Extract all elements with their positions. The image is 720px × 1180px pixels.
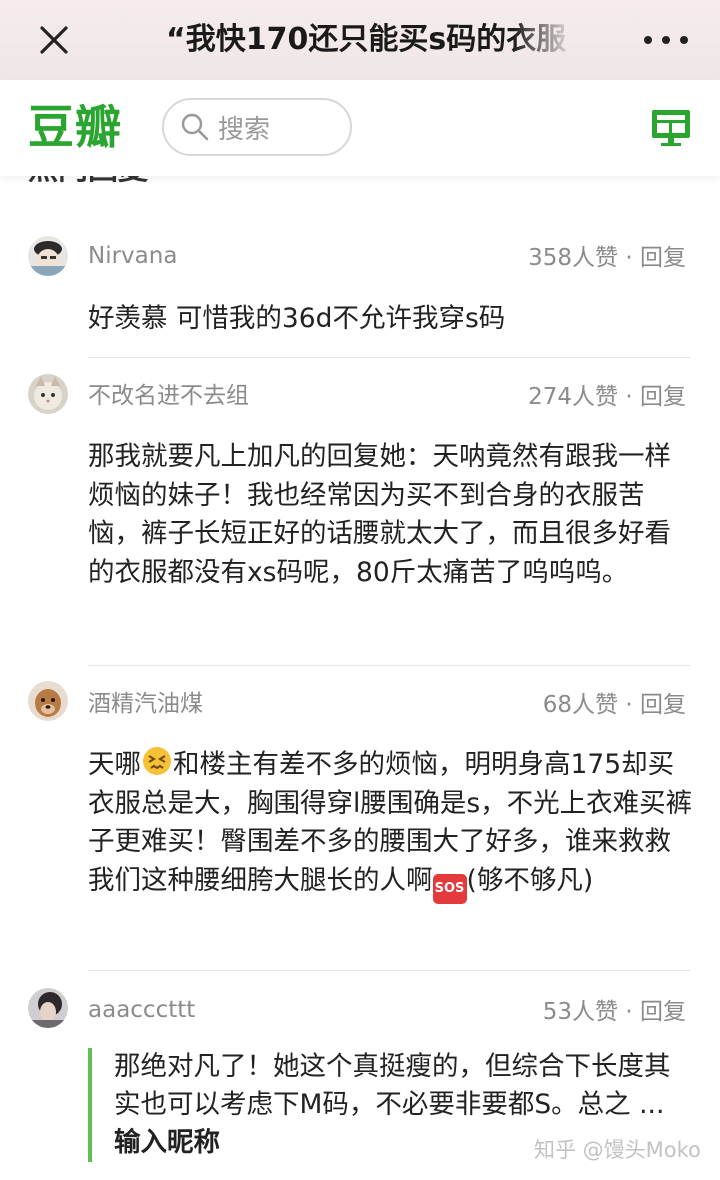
comment-text: 天哪 和楼主有差不多的烦恼，明明身高175却买衣服总是大，胸围得穿l腰围确是s，不…: [88, 745, 694, 904]
comment-username[interactable]: Nirvana: [88, 240, 177, 272]
search-icon: [181, 113, 209, 141]
comment-meta: 68人赞 · 回复: [542, 692, 686, 718]
like-count[interactable]: 53人赞: [543, 999, 618, 1025]
comment-username[interactable]: aaacccttt: [88, 994, 195, 1026]
quote-more-link[interactable]: 输入昵称: [114, 1127, 220, 1158]
comment-text: 好羡慕 可惜我的36d不允许我穿s码: [88, 303, 506, 334]
persevering-face-emoji-icon: [143, 747, 171, 775]
divider: [88, 357, 690, 358]
avatar-nirvana[interactable]: [28, 236, 68, 276]
sos-emoji-icon: SOS: [432, 873, 467, 904]
search-placeholder: 搜索: [218, 114, 271, 145]
search-input[interactable]: 搜索: [162, 98, 352, 156]
douban-logo[interactable]: 豆瓣: [28, 98, 122, 156]
like-count[interactable]: 274人赞: [528, 384, 618, 410]
avatar-cat[interactable]: [28, 374, 68, 414]
watermark: 知乎 @馒头Moko: [534, 1138, 701, 1162]
reply-button[interactable]: 回复: [640, 692, 686, 718]
comment-text: 那我就要凡上加凡的回复她：天呐竟然有跟我一样烦恼的妹子！我也经常因为买不到合身的…: [88, 441, 671, 588]
comment-meta: 53人赞 · 回复: [542, 999, 686, 1025]
comment-meta: 358人赞 · 回复: [528, 245, 686, 271]
reply-button[interactable]: 回复: [640, 245, 686, 271]
like-count[interactable]: 68人赞: [543, 692, 618, 718]
like-count[interactable]: 358人赞: [528, 245, 618, 271]
avatar-user[interactable]: [28, 988, 68, 1028]
top-bar: “我快170还只能买s码的衣服: [0, 0, 720, 80]
comment-username[interactable]: 酒精汽油煤: [88, 688, 203, 720]
page-title: “我快170还只能买s码的衣服: [166, 22, 567, 57]
close-icon[interactable]: [36, 22, 72, 58]
avatar-dog[interactable]: [28, 681, 68, 721]
desktop-version-icon[interactable]: [650, 108, 692, 148]
reply-button[interactable]: 回复: [640, 999, 686, 1025]
comment-username[interactable]: 不改名进不去组: [88, 380, 249, 412]
more-menu-icon[interactable]: [644, 24, 688, 56]
divider: [88, 665, 690, 666]
reply-button[interactable]: 回复: [640, 384, 686, 410]
comment-meta: 274人赞 · 回复: [528, 384, 686, 410]
divider: [88, 970, 690, 971]
